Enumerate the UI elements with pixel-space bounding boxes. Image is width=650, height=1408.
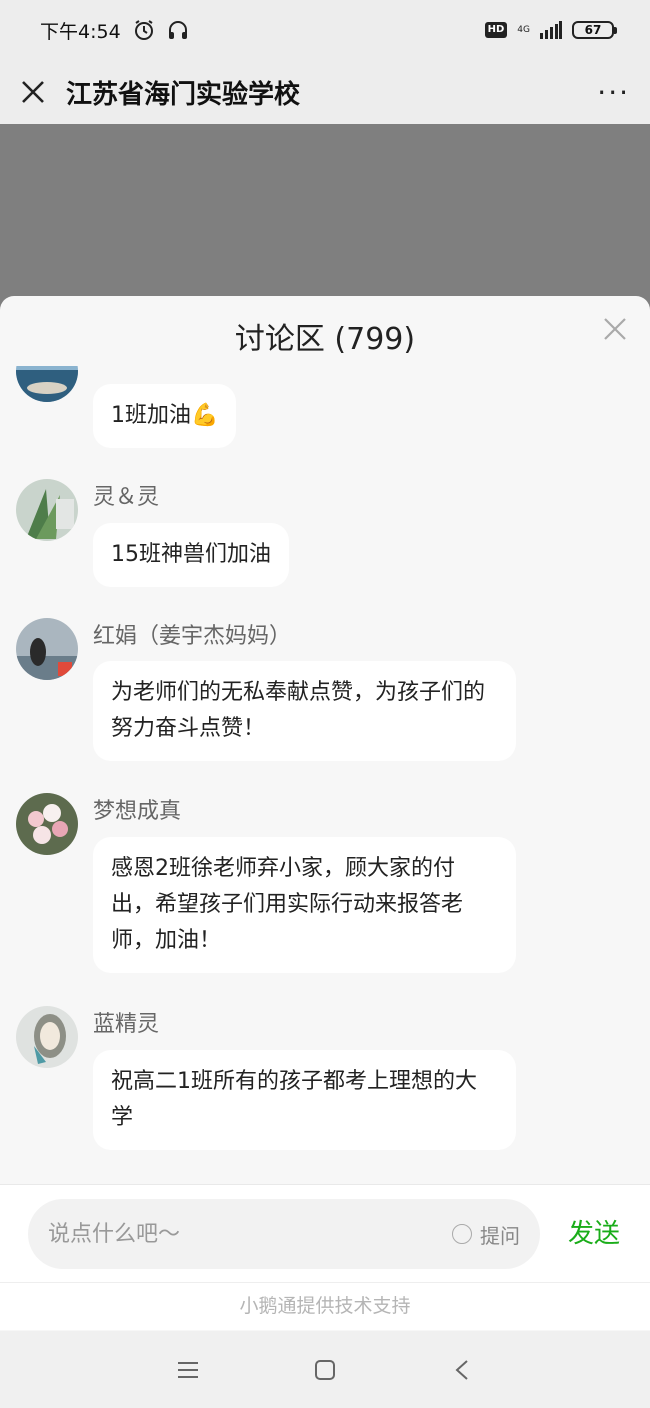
ask-label: 提问 <box>480 1223 520 1248</box>
network-label: 4G <box>517 24 530 35</box>
message-author: 梦想成真 <box>93 799 182 824</box>
message-bubble: 感恩2班徐老师弃小家，顾大家的付出，希望孩子们用实际行动来报答老师，加油！ <box>93 837 516 973</box>
menu-icon <box>178 1361 199 1378</box>
avatar-image-icon <box>16 1006 78 1068</box>
avatar-image-icon <box>16 793 78 855</box>
message-bubble: 为老师们的无私奉献点赞，为孩子们的努力奋斗点赞！ <box>93 661 516 761</box>
home-square-icon <box>314 1359 335 1380</box>
send-button[interactable]: 发送 <box>568 1213 620 1250</box>
panel-close-icon[interactable] <box>602 316 628 342</box>
comment-input-bar: 提问 发送 <box>0 1184 650 1282</box>
avatar[interactable] <box>16 618 78 680</box>
avatar[interactable] <box>16 479 78 541</box>
status-bar: 下午4:54 HD 4G 67 <box>0 0 650 60</box>
back-button[interactable] <box>442 1350 482 1390</box>
signal-icon <box>540 21 562 39</box>
system-nav-bar <box>0 1331 650 1408</box>
title-bar: 江苏省海门实验学校 ··· <box>0 60 650 124</box>
message-author: 红娟（姜宇杰妈妈） <box>93 624 292 649</box>
discussion-panel: 讨论区 (799) 1班加油💪 灵＆灵 15班神兽们加油 红娟（姜宇杰妈妈） 为… <box>0 296 650 1331</box>
page-title: 江苏省海门实验学校 <box>66 79 301 110</box>
avatar[interactable] <box>16 1006 78 1068</box>
discussion-title: 讨论区 (799) <box>234 322 416 357</box>
close-icon[interactable] <box>20 79 46 105</box>
back-arrow-icon <box>455 1359 468 1380</box>
comment-input-box[interactable]: 提问 <box>28 1199 540 1269</box>
home-button[interactable] <box>305 1350 345 1390</box>
message-author: 灵＆灵 <box>93 485 160 510</box>
avatar-image-icon <box>16 479 78 541</box>
message-bubble: 1班加油💪 <box>93 384 237 448</box>
avatar-image-icon <box>16 366 78 402</box>
message-list[interactable]: 1班加油💪 灵＆灵 15班神兽们加油 红娟（姜宇杰妈妈） 为老师们的无私奉献点赞… <box>0 366 650 1184</box>
discussion-header: 讨论区 (799) <box>0 296 650 376</box>
hd-badge: HD <box>484 22 508 38</box>
avatar[interactable] <box>16 366 78 402</box>
avatar[interactable] <box>16 793 78 855</box>
alarm-icon <box>134 20 153 40</box>
ask-question-toggle[interactable]: 提问 <box>452 1220 520 1249</box>
avatar-image-icon <box>16 618 78 680</box>
message-bubble: 15班神兽们加油 <box>93 523 289 587</box>
headphones-icon <box>168 21 187 39</box>
menu-button[interactable] <box>168 1350 208 1390</box>
comment-input[interactable] <box>48 1221 452 1247</box>
message-bubble: 祝高二1班所有的孩子都考上理想的大学 <box>93 1050 516 1150</box>
powered-by-text: 小鹅通提供技术支持 <box>0 1282 650 1330</box>
message-author: 蓝精灵 <box>93 1012 160 1037</box>
battery-indicator: 67 <box>572 21 617 39</box>
radio-circle-icon[interactable] <box>452 1224 472 1244</box>
status-time: 下午4:54 <box>40 20 121 43</box>
more-options-button[interactable]: ··· <box>597 76 630 109</box>
